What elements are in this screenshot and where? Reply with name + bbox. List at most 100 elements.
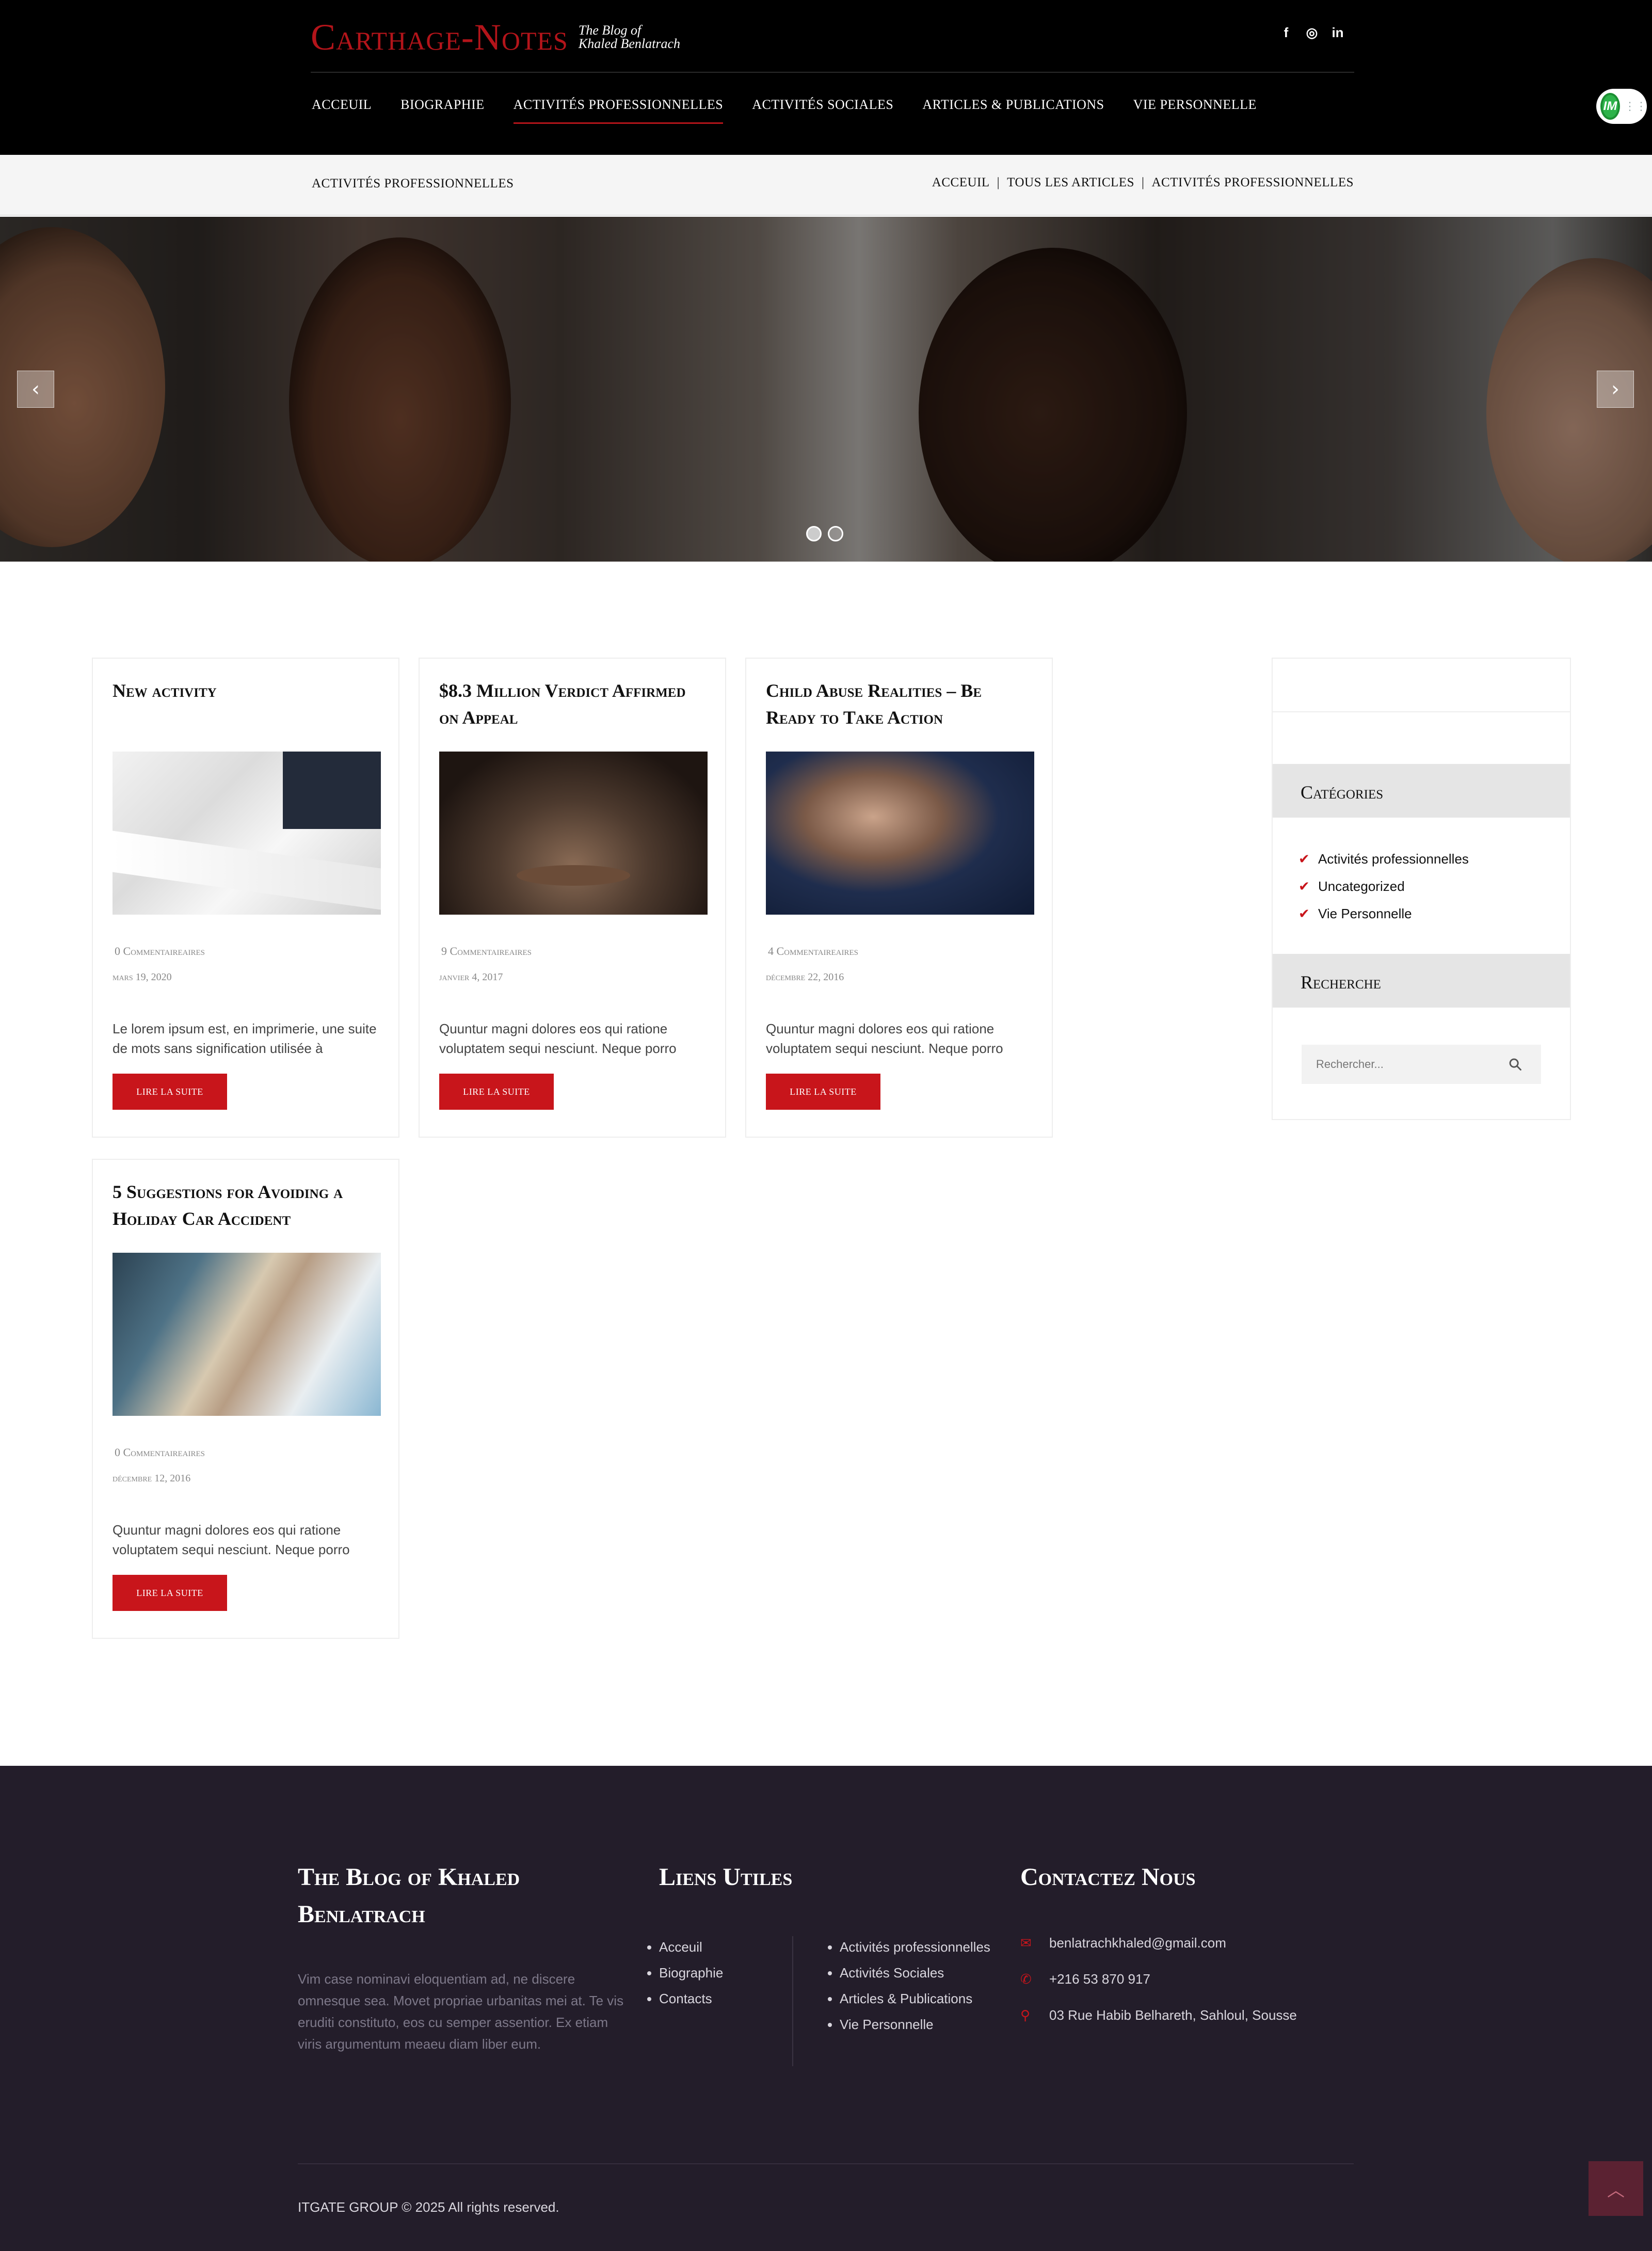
footer-link-articles-publications[interactable]: Articles & Publications [840, 1986, 995, 2011]
category-item[interactable]: ✔ Activités professionnelles [1298, 845, 1469, 873]
footer-phone[interactable]: ✆ +216 53 870 917 [1020, 1971, 1150, 1987]
category-list: ✔ Activités professionnelles ✔ Uncategor… [1298, 845, 1469, 928]
footer-address: ⚲ 03 Rue Habib Belhareth, Sahloul, Souss… [1020, 2007, 1297, 2023]
post-excerpt: Quuntur magni dolores eos qui ratione vo… [113, 1522, 350, 1557]
breadcrumb-tous-les-articles[interactable]: TOUS LES ARTICLES [1007, 175, 1134, 190]
logo-subtitle: The Blog of Khaled Benlatrach [579, 24, 680, 51]
slider-pagination [806, 526, 843, 541]
read-more-button[interactable]: LIRE LA SUITE [113, 1074, 227, 1110]
logo-subtitle-line2: Khaled Benlatrach [578, 36, 681, 51]
nav-item-articles-publications[interactable]: ARTICLES & PUBLICATIONS [922, 97, 1104, 113]
breadcrumb-separator: | [997, 175, 1000, 189]
check-icon: ✔ [1298, 879, 1310, 895]
slide-overlay [0, 217, 1652, 562]
breadcrumb-bar: ACTIVITÉS PROFESSIONNELLES ACCEUIL | TOU… [0, 155, 1652, 216]
sidebar-divider [1273, 711, 1570, 712]
social-links: f ◎ in [1280, 25, 1344, 40]
post-date: mars 19, 2020 [113, 971, 172, 983]
nav-item-biographie[interactable]: BIOGRAPHIE [400, 97, 484, 113]
search-icon[interactable] [1508, 1057, 1522, 1072]
drag-handle-icon: ⋮⋮ [1624, 100, 1647, 113]
logo-title: Carthage-Notes [311, 17, 568, 58]
map-marker-icon: ⚲ [1020, 2007, 1031, 2023]
post-comments[interactable]: 0 Commentaireaires [115, 945, 205, 958]
breadcrumb: ACCEUIL | TOUS LES ARTICLES | ACTIVITÉS … [932, 175, 1354, 190]
footer-link-activites-professionnelles[interactable]: Activités professionnelles [840, 1934, 995, 1960]
categories-widget-title: Catégories [1273, 764, 1570, 818]
category-label: Vie Personnelle [1318, 906, 1412, 921]
site-footer: The Blog of Khaled Benlatrach Vim case n… [0, 1766, 1652, 2251]
breadcrumb-acceuil[interactable]: ACCEUIL [932, 175, 990, 190]
breadcrumb-separator: | [1141, 175, 1145, 189]
search-box [1302, 1045, 1541, 1084]
instagram-icon[interactable]: ◎ [1306, 25, 1318, 40]
footer-links-title: Liens Utiles [659, 1863, 793, 1891]
linkedin-icon[interactable]: in [1332, 25, 1344, 40]
footer-email-text: benlatrachkhaled@gmail.com [1049, 1935, 1226, 1951]
post-comments[interactable]: 0 Commentaireaires [115, 1446, 205, 1459]
envelope-icon: ✉ [1020, 1935, 1032, 1951]
post-comments[interactable]: 9 Commentaireaires [441, 945, 532, 958]
footer-divider [298, 2163, 1354, 2164]
post-excerpt: Quuntur magni dolores eos qui ratione vo… [766, 1021, 1003, 1056]
footer-copyright: ITGATE GROUP © 2025 All rights reserved. [298, 2199, 559, 2215]
nav-item-acceuil[interactable]: ACCEUIL [312, 97, 372, 113]
search-title: Recherche [1301, 972, 1381, 993]
post-image[interactable] [113, 752, 381, 915]
breadcrumb-current: ACTIVITÉS PROFESSIONNELLES [1151, 175, 1354, 189]
search-widget-title: Recherche [1273, 954, 1570, 1008]
footer-phone-text: +216 53 870 917 [1049, 1971, 1150, 1987]
slider-prev-button[interactable]: ‹ [17, 371, 54, 408]
category-item[interactable]: ✔ Uncategorized [1298, 873, 1469, 900]
footer-about-title: The Blog of Khaled Benlatrach [298, 1863, 520, 1928]
post-card: Child Abuse Realities – Be Ready to Take… [745, 658, 1053, 1138]
slider-next-button[interactable]: › [1597, 371, 1634, 408]
post-excerpt: Le lorem ipsum est, en imprimerie, une s… [113, 1021, 377, 1056]
read-more-button[interactable]: LIRE LA SUITE [113, 1575, 227, 1611]
footer-link-biographie[interactable]: Biographie [659, 1960, 723, 1986]
post-title[interactable]: $8.3 Million Verdict Affirmed on Appeal [439, 677, 708, 731]
footer-address-text: 03 Rue Habib Belhareth, Sahloul, Sousse [1049, 2007, 1297, 2023]
read-more-button[interactable]: LIRE LA SUITE [766, 1074, 880, 1110]
back-to-top-button[interactable]: ︿ [1589, 2161, 1643, 2216]
post-title[interactable]: 5 Suggestions for Avoiding a Holiday Car… [113, 1178, 381, 1232]
nav-item-vie-personnelle[interactable]: VIE PERSONNELLE [1133, 97, 1257, 113]
slider-dot-2[interactable] [828, 526, 843, 541]
footer-about-text: Vim case nominavi eloquentiam ad, ne dis… [298, 1971, 624, 2052]
post-card: $8.3 Million Verdict Affirmed on Appeal … [419, 658, 726, 1138]
post-comments[interactable]: 4 Commentaireaires [768, 945, 858, 958]
footer-email[interactable]: ✉ benlatrachkhaled@gmail.com [1020, 1935, 1226, 1951]
post-title[interactable]: Child Abuse Realities – Be Ready to Take… [766, 677, 1034, 731]
footer-links-col1: Acceuil Biographie Contacts [659, 1934, 723, 2011]
footer-link-activites-sociales[interactable]: Activités Sociales [840, 1960, 995, 1986]
post-card: 5 Suggestions for Avoiding a Holiday Car… [92, 1159, 399, 1639]
post-image[interactable] [439, 752, 708, 915]
slider-dot-1[interactable] [806, 526, 822, 541]
im-toggle[interactable]: IM ⋮⋮ [1596, 89, 1647, 124]
footer-link-acceuil[interactable]: Acceuil [659, 1934, 723, 1960]
hero-slider: ‹ › [0, 217, 1652, 562]
read-more-button[interactable]: LIRE LA SUITE [439, 1074, 554, 1110]
page-title: ACTIVITÉS PROFESSIONNELLES [312, 177, 514, 190]
footer-link-vie-personnelle[interactable]: Vie Personnelle [840, 2011, 995, 2037]
post-title[interactable]: New activity [113, 677, 381, 704]
post-excerpt: Quuntur magni dolores eos qui ratione vo… [439, 1021, 677, 1056]
categories-title: Catégories [1301, 782, 1384, 803]
check-icon: ✔ [1298, 906, 1310, 922]
im-badge-icon: IM [1600, 93, 1620, 120]
phone-icon: ✆ [1020, 1971, 1032, 1987]
post-date: janvier 4, 2017 [439, 971, 503, 983]
category-item[interactable]: ✔ Vie Personnelle [1298, 900, 1469, 928]
nav-item-activites-professionnelles[interactable]: ACTIVITÉS PROFESSIONNELLES [513, 97, 724, 124]
facebook-icon[interactable]: f [1280, 25, 1292, 40]
category-label: Activités professionnelles [1318, 851, 1469, 867]
footer-links-col2: Activités professionnelles Activités Soc… [840, 1934, 995, 2037]
search-input[interactable] [1316, 1045, 1502, 1084]
footer-link-contacts[interactable]: Contacts [659, 1986, 723, 2011]
post-image[interactable] [766, 752, 1034, 915]
site-logo[interactable]: Carthage-Notes The Blog of Khaled Benlat… [311, 17, 680, 58]
post-card: New activity 0 Commentaireaires mars 19,… [92, 658, 399, 1138]
post-date: décembre 12, 2016 [113, 1473, 191, 1484]
post-image[interactable] [113, 1253, 381, 1416]
nav-item-activites-sociales[interactable]: ACTIVITÉS SOCIALES [752, 97, 893, 113]
